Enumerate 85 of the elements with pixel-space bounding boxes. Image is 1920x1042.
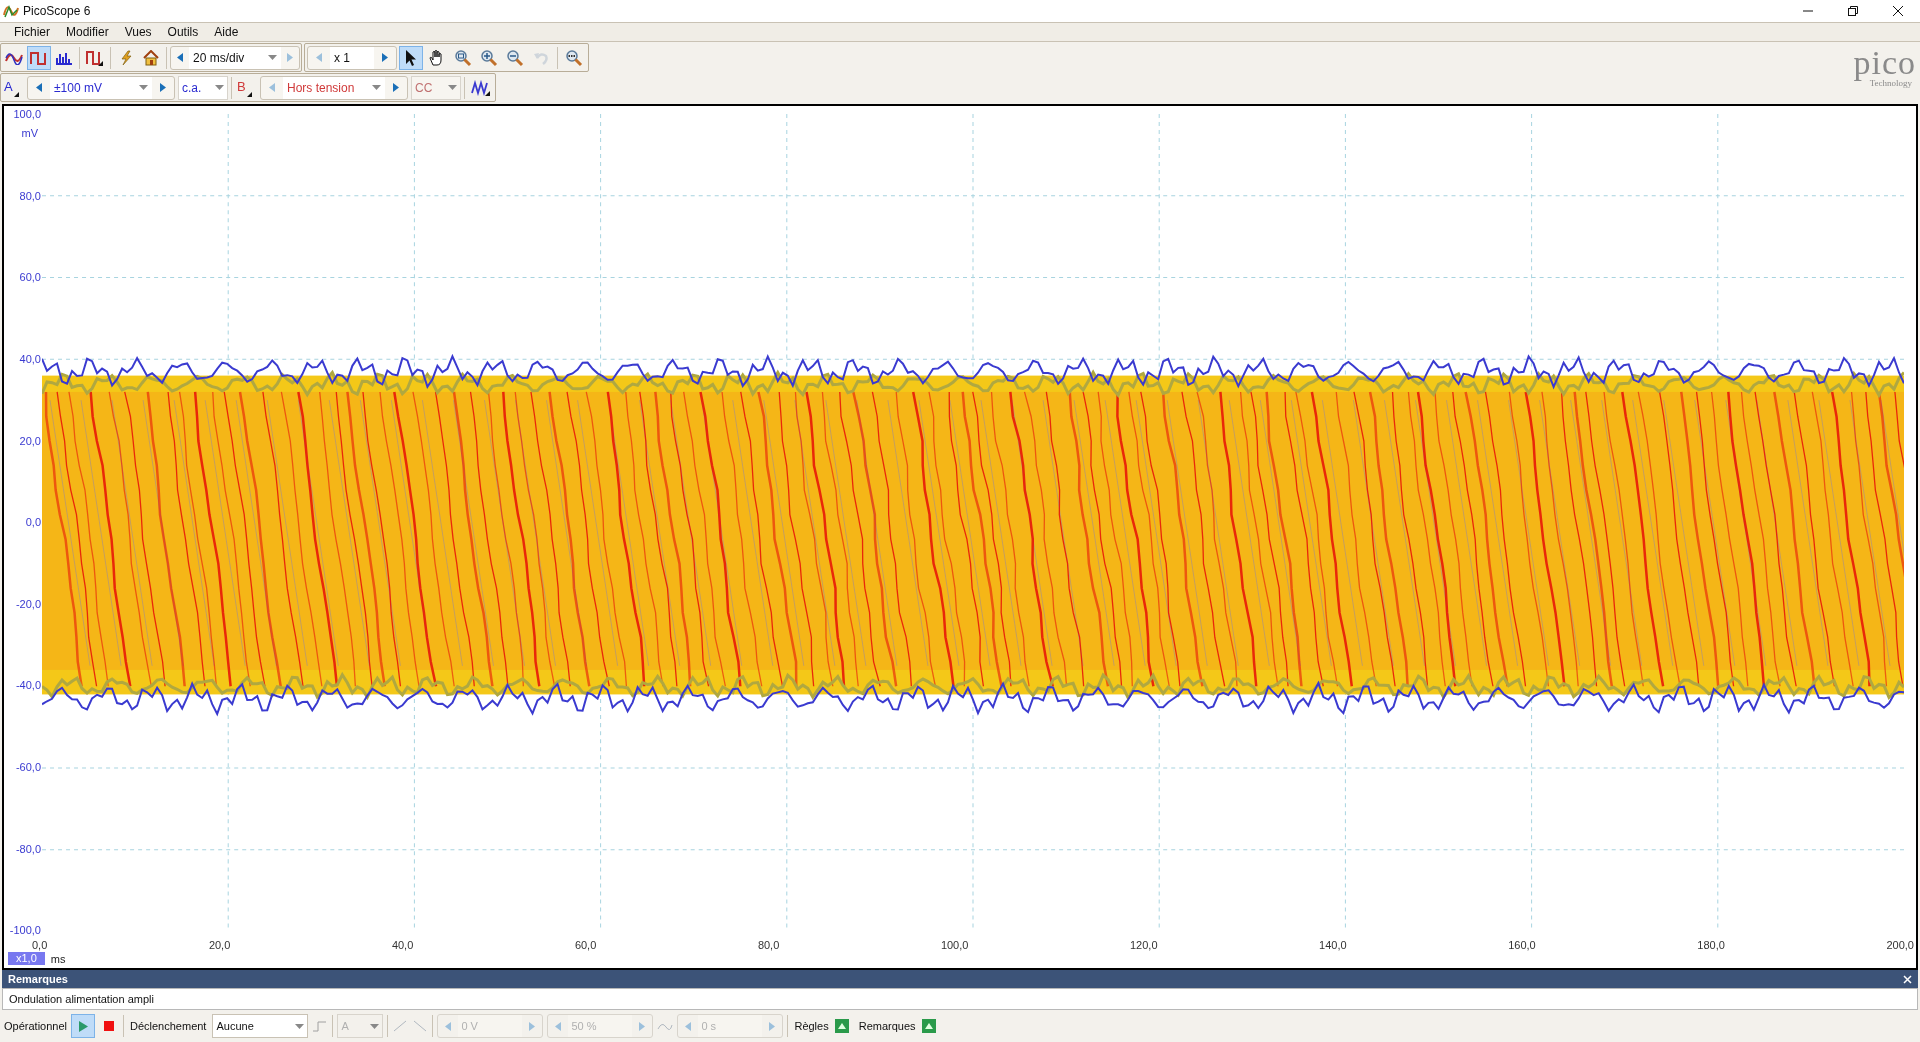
x-axis-label: 20,0 <box>208 939 231 951</box>
menu-item[interactable]: Aide <box>206 23 247 41</box>
window-title: PicoScope 6 <box>23 3 91 20</box>
x-axis-label: 40,0 <box>391 939 414 951</box>
y-axis-label: 0,0 <box>25 517 41 529</box>
timebase-field[interactable]: 20 ms/div <box>189 46 281 69</box>
range-field[interactable]: Hors tension <box>283 76 385 99</box>
waveform-icon <box>471 79 491 96</box>
y-axis-label: -20,0 <box>15 598 41 610</box>
magnifier-icon <box>454 48 472 67</box>
notes-field[interactable]: Ondulation alimentation ampli <box>2 988 1918 1010</box>
pointer-icon <box>404 48 418 67</box>
bar-graph-icon <box>55 50 73 65</box>
trigger-label: Déclenchement <box>129 1018 208 1034</box>
y-unit-label: mV <box>21 128 38 139</box>
house-icon <box>143 49 159 66</box>
y-axis-label: -100,0 <box>9 925 41 937</box>
caret-icon <box>215 85 224 90</box>
notes-label: Remarques <box>857 1018 917 1034</box>
x-axis-label: 140,0 <box>1319 939 1347 951</box>
zoom-out-icon <box>506 48 524 67</box>
menu-item[interactable]: Fichier <box>6 23 58 41</box>
channel-button[interactable]: A <box>2 75 24 100</box>
y-axis-label: 80,0 <box>19 190 41 202</box>
x-axis-label: 180,0 <box>1697 939 1725 951</box>
corner-icon <box>246 91 252 97</box>
rulers-label: Règles <box>793 1018 830 1034</box>
right-arrow-icon[interactable] <box>393 83 399 92</box>
square-wave-icon <box>30 50 48 65</box>
caret-icon <box>372 85 381 90</box>
wave-icon <box>5 50 23 65</box>
range-field[interactable]: ±100 mV <box>50 76 152 99</box>
y-axis-label: 20,0 <box>19 435 41 447</box>
view-mode-button[interactable] <box>27 45 51 70</box>
lightning-icon <box>118 49 134 66</box>
stop-icon <box>104 1021 114 1031</box>
close-icon[interactable] <box>1903 974 1912 984</box>
y-axis-label: 40,0 <box>19 353 41 365</box>
left-arrow-icon[interactable] <box>36 83 42 92</box>
right-arrow-icon[interactable] <box>382 53 388 62</box>
run-label: Opérationnel <box>4 1018 67 1034</box>
x-unit-label: ms <box>50 951 66 967</box>
range-control[interactable]: ±100 mV <box>27 75 175 100</box>
range-control[interactable]: Hors tension <box>260 75 408 100</box>
corner-icon <box>13 91 19 97</box>
caret-icon <box>448 85 457 90</box>
menu-item[interactable]: Vues <box>116 23 160 41</box>
y-axis-label: 100,0 <box>13 109 41 120</box>
app-icon <box>3 4 19 18</box>
x-axis-label: 100,0 <box>940 939 969 951</box>
zoom-control[interactable]: x 1 <box>307 45 397 70</box>
tool-button[interactable] <box>399 45 423 70</box>
caret-icon <box>268 55 277 60</box>
timebase-control[interactable]: 20 ms/div <box>170 45 300 70</box>
caret-icon <box>139 85 148 90</box>
coupling-field[interactable]: c.a. <box>178 75 228 100</box>
x-axis-label: 80,0 <box>757 939 780 951</box>
caret-icon <box>295 1023 305 1029</box>
y-axis-label: -40,0 <box>15 680 41 692</box>
y-axis-label: -60,0 <box>15 762 41 774</box>
x-axis-label: 200,0 <box>1886 939 1914 951</box>
x-axis-label: 120,0 <box>1130 939 1158 951</box>
square-pulse-icon <box>86 49 104 66</box>
restore-icon <box>1847 6 1858 16</box>
x-axis-label: 60,0 <box>574 939 597 951</box>
x-axis-label: 160,0 <box>1508 939 1536 951</box>
magnifier-icon <box>565 48 583 67</box>
play-icon <box>78 1020 88 1032</box>
notes-title: Remarques <box>8 971 68 987</box>
y-axis-label: 60,0 <box>19 272 41 284</box>
zoom-factor-badge: x1,0 <box>8 952 45 966</box>
zoom-field[interactable]: x 1 <box>330 46 374 69</box>
y-axis-label: -80,0 <box>15 843 41 855</box>
menu-item[interactable]: Outils <box>159 23 207 41</box>
start-button[interactable] <box>71 1014 95 1038</box>
menu-item[interactable]: Modifier <box>58 23 117 41</box>
channel-button[interactable]: B <box>235 75 257 100</box>
trigger-mode-field[interactable]: Aucune <box>212 1014 309 1038</box>
zoom-in-icon <box>480 48 498 67</box>
close-icon <box>1892 6 1903 16</box>
right-arrow-icon[interactable] <box>160 83 166 92</box>
x-axis-label: 0,0 <box>32 939 48 951</box>
left-arrow-icon[interactable] <box>177 53 183 62</box>
caret-icon <box>370 1023 380 1029</box>
pico-logo: pico Technology <box>1852 43 1917 90</box>
